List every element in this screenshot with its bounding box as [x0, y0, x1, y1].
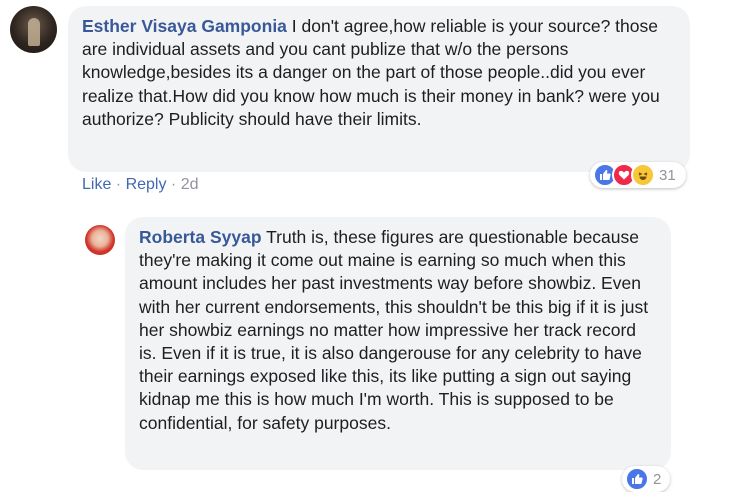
- reactions-summary[interactable]: 31: [590, 162, 686, 188]
- avatar-roberta[interactable]: [85, 225, 115, 255]
- reply-link[interactable]: Reply: [126, 176, 167, 193]
- like-link[interactable]: Like: [82, 176, 111, 193]
- comment-author[interactable]: Roberta Syyap: [139, 227, 262, 247]
- separator: ·: [111, 176, 126, 193]
- separator: ·: [166, 176, 181, 193]
- haha-icon: [631, 163, 655, 187]
- comment-actions: Like · Reply · 2d: [82, 176, 199, 194]
- comment-text: Truth is, these figures are questionable…: [139, 227, 649, 433]
- timestamp[interactable]: 2d: [181, 176, 199, 193]
- avatar-esther[interactable]: [10, 6, 57, 53]
- like-icon: [625, 467, 649, 491]
- comment-bubble-esther: Esther Visaya Gamponia I don't agree,how…: [68, 6, 690, 172]
- comment-author[interactable]: Esther Visaya Gamponia: [82, 16, 287, 36]
- comment-bubble-roberta: Roberta Syyap Truth is, these figures ar…: [125, 217, 671, 470]
- reaction-count: 31: [659, 166, 676, 184]
- reactions-summary[interactable]: 2: [622, 466, 670, 492]
